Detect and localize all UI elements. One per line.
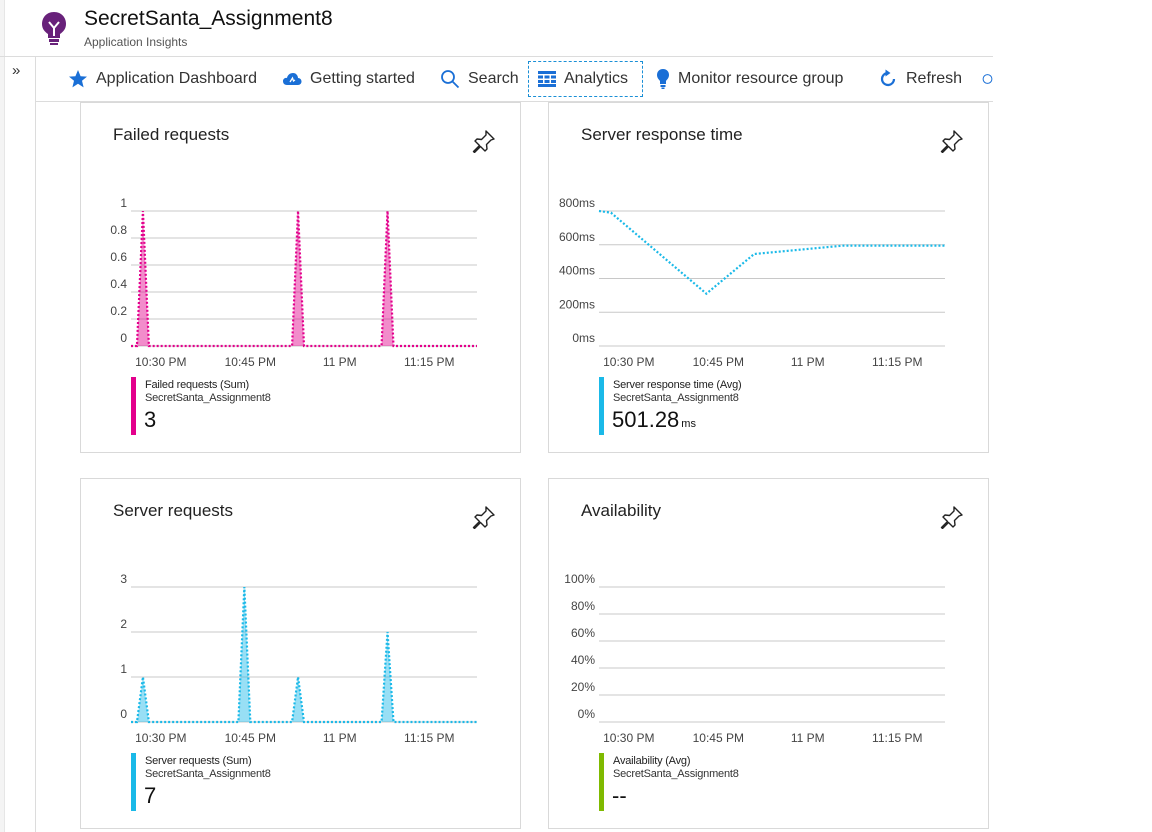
x-tick-label: 10:30 PM — [603, 731, 654, 745]
search-icon — [441, 70, 460, 89]
legend-color-swatch — [131, 377, 136, 435]
y-tick-label: 40% — [571, 653, 595, 667]
x-tick-label: 11 PM — [791, 355, 825, 369]
y-tick-label: 800ms — [559, 196, 595, 210]
y-tick-label: 0 — [120, 707, 127, 721]
y-tick-label: 0.8 — [110, 223, 127, 237]
y-tick-label: 20% — [571, 680, 595, 694]
metric-number: 3 — [144, 407, 157, 432]
y-tick-label: 1 — [120, 196, 127, 210]
search-button[interactable]: Search — [440, 61, 519, 97]
availability-tile[interactable]: Availability 0% 20% 40% 60% 80% 100% 10:30 PM 1… — [548, 478, 989, 829]
refresh-icon — [880, 69, 896, 87]
x-tick-label: 10:30 PM — [135, 731, 186, 745]
server-response-time-chart: 0ms 200ms 400ms 600ms 800ms 10:30 PM 10:45 PM 1… — [559, 196, 945, 369]
metric-value: -- — [612, 783, 629, 809]
analytics-button[interactable]: Analytics — [528, 61, 643, 97]
collapse-rail — [4, 57, 36, 832]
refresh-label: Refresh — [906, 70, 963, 87]
legend-resource: SecretSanta_Assignment8 — [145, 768, 271, 780]
failed-requests-tile[interactable]: Failed requests 0 0.2 0.4 0.6 0.8 1 10:30 PM 10… — [80, 102, 521, 453]
application-dashboard-button[interactable]: Application Dashboard — [68, 61, 257, 97]
y-tick-label: 1 — [120, 662, 127, 676]
analytics-label: Analytics — [564, 70, 629, 87]
legend-color-swatch — [599, 753, 604, 811]
server-response-time-tile[interactable]: Server response time 0ms 200ms 400ms 600ms 8… — [548, 102, 989, 453]
x-tick-label: 11:15 PM — [872, 731, 922, 745]
server-requests-chart: 0 1 2 3 10:30 PM 10:45 PM 11 PM 11:15 PM — [120, 572, 477, 745]
page-title: SecretSanta_Assignment8 — [84, 7, 333, 30]
x-tick-label: 11:15 PM — [872, 355, 922, 369]
getting-started-label: Getting started — [310, 70, 415, 87]
command-bar: Application Dashboard Getting started Se… — [36, 57, 993, 102]
y-tick-label: 80% — [571, 599, 595, 613]
legend-resource: SecretSanta_Assignment8 — [613, 392, 739, 404]
x-tick-label: 11 PM — [323, 355, 357, 369]
legend-label: Server requests (Sum) — [145, 755, 252, 767]
y-tick-label: 400ms — [559, 264, 595, 278]
y-tick-label: 0.6 — [110, 250, 127, 264]
monitor-resource-group-label: Monitor resource group — [678, 70, 844, 87]
series-line — [598, 209, 945, 296]
series-area — [131, 587, 477, 722]
x-tick-label: 10:45 PM — [225, 355, 276, 369]
legend-color-swatch — [599, 377, 604, 435]
application-dashboard-label: Application Dashboard — [96, 70, 257, 87]
feedback-button[interactable] — [982, 61, 993, 97]
y-tick-label: 200ms — [559, 297, 595, 311]
cloud-icon — [283, 73, 302, 85]
y-tick-label: 0.4 — [110, 277, 127, 291]
search-label: Search — [468, 70, 519, 87]
y-tick-label: 0% — [578, 707, 596, 721]
legend-label: Failed requests (Sum) — [145, 379, 250, 391]
bulb-icon — [657, 69, 669, 89]
metric-number: 7 — [144, 783, 157, 808]
resource-header: SecretSanta_Assignment8 Application Insi… — [0, 0, 993, 57]
y-tick-label: 0ms — [572, 331, 595, 345]
metric-unit: ms — [681, 418, 696, 430]
lightbulb-app-icon — [42, 12, 66, 45]
expand-menu-button[interactable]: » — [12, 62, 20, 79]
legend-resource: SecretSanta_Assignment8 — [145, 392, 271, 404]
legend-color-swatch — [131, 753, 136, 811]
legend-label: Server response time (Avg) — [613, 379, 742, 391]
failed-requests-chart: 0 0.2 0.4 0.6 0.8 1 10:30 PM 10:45 PM 11 PM 11:15… — [110, 196, 477, 369]
metric-value: 501.28 ms — [612, 407, 696, 433]
y-tick-label: 600ms — [559, 230, 595, 244]
y-tick-label: 60% — [571, 626, 595, 640]
x-tick-label: 10:45 PM — [225, 731, 276, 745]
legend-label: Availability (Avg) — [613, 755, 691, 767]
page-subtitle: Application Insights — [84, 35, 188, 49]
metric-value: 7 — [144, 783, 158, 809]
legend-resource: SecretSanta_Assignment8 — [613, 768, 739, 780]
getting-started-button[interactable]: Getting started — [282, 61, 415, 97]
metric-value: 3 — [144, 407, 158, 433]
grid-icon — [538, 71, 556, 87]
availability-chart: 0% 20% 40% 60% 80% 100% 10:30 PM 10:45 PM 11 PM 1… — [564, 572, 945, 745]
y-tick-label: 2 — [120, 617, 127, 631]
series-line — [131, 210, 477, 348]
series-line — [131, 586, 477, 724]
metric-number: -- — [612, 783, 627, 808]
x-tick-label: 10:45 PM — [693, 355, 744, 369]
smiley-icon — [982, 74, 993, 84]
server-requests-tile[interactable]: Server requests 0 1 2 3 10:30 PM 10:45 PM 11 P… — [80, 478, 521, 829]
x-tick-label: 11:15 PM — [404, 731, 454, 745]
metric-number: 501.28 — [612, 407, 680, 432]
x-tick-label: 11 PM — [791, 731, 825, 745]
y-tick-label: 100% — [564, 572, 595, 586]
x-tick-label: 10:30 PM — [135, 355, 186, 369]
y-tick-label: 0 — [120, 331, 127, 345]
refresh-button[interactable]: Refresh — [878, 61, 962, 97]
x-tick-label: 10:30 PM — [603, 355, 654, 369]
x-tick-label: 10:45 PM — [693, 731, 744, 745]
x-tick-label: 11 PM — [323, 731, 357, 745]
y-tick-label: 0.2 — [110, 304, 127, 318]
y-tick-label: 3 — [120, 572, 127, 586]
star-icon — [69, 70, 87, 88]
monitor-resource-group-button[interactable]: Monitor resource group — [656, 61, 843, 97]
x-tick-label: 11:15 PM — [404, 355, 454, 369]
